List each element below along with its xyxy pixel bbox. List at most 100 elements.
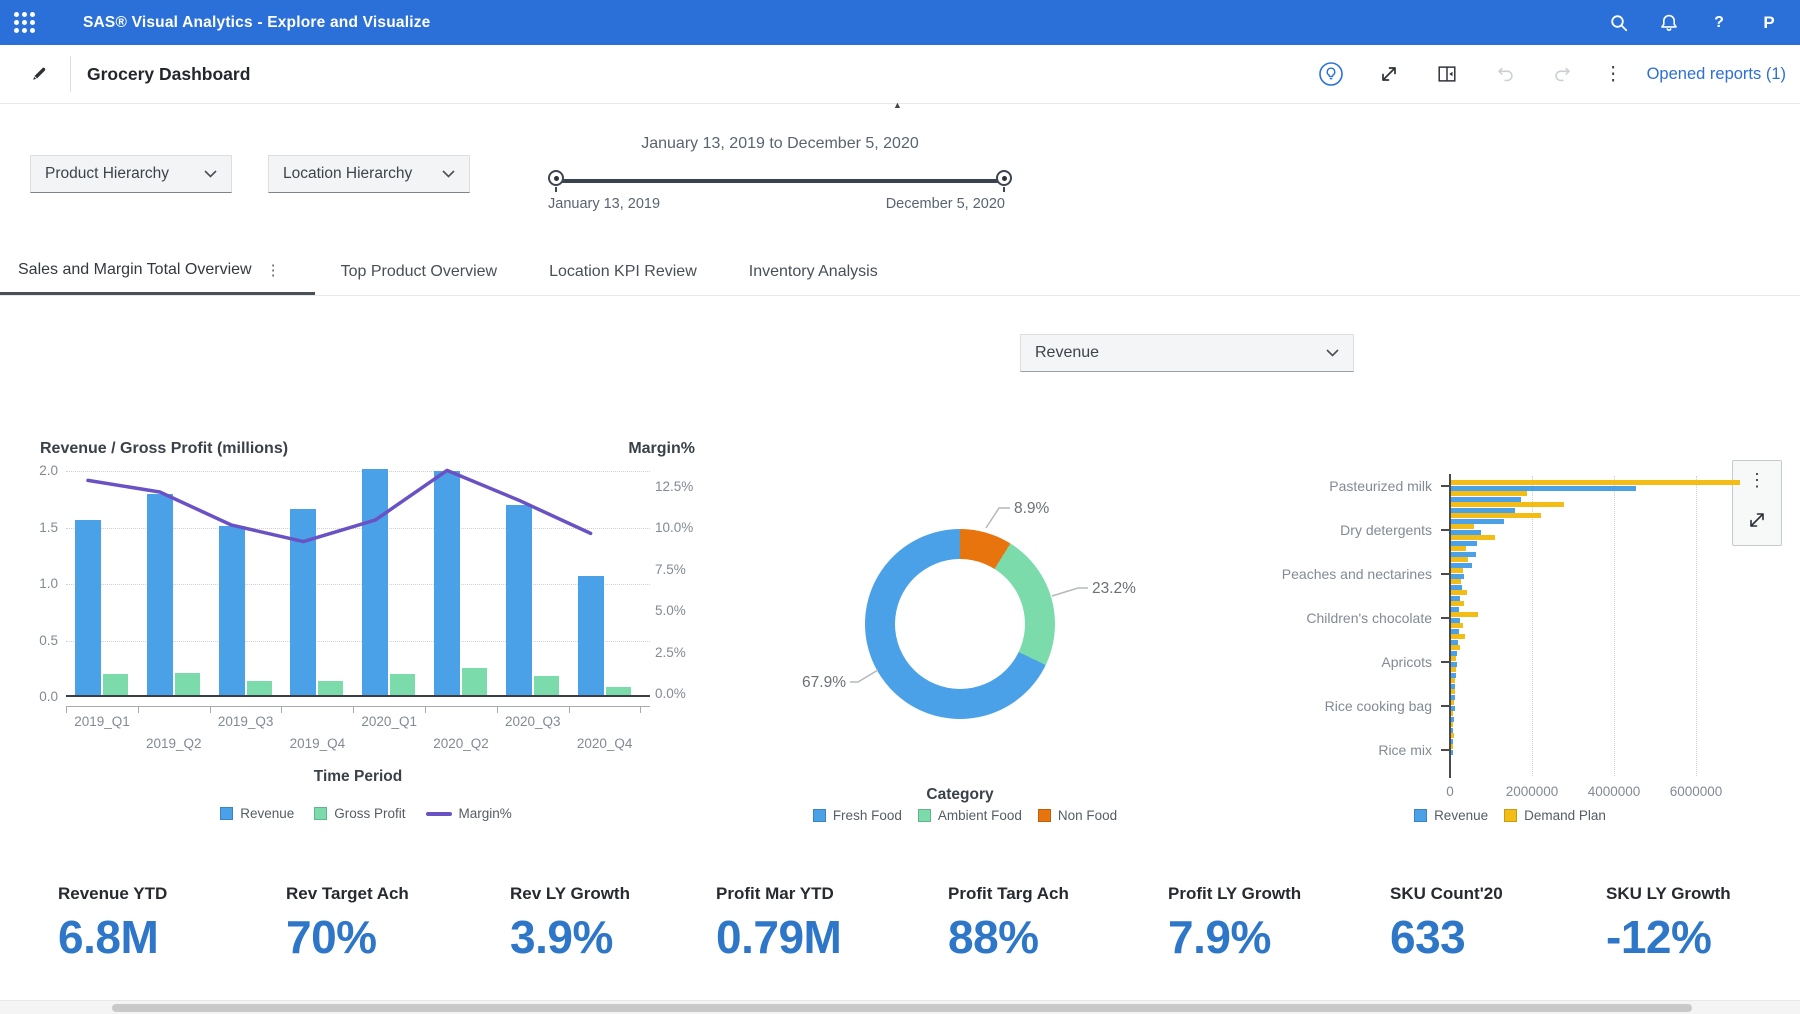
- combo-right-axis-label: 5.0%: [655, 603, 705, 618]
- revenue-bar[interactable]: [578, 576, 604, 697]
- collapse-caret-icon[interactable]: ▲: [893, 100, 902, 110]
- demand-plan-bar[interactable]: [1451, 689, 1455, 694]
- demand-plan-bar[interactable]: [1451, 645, 1460, 650]
- toolbar-menu-icon[interactable]: ⋮: [1604, 65, 1623, 84]
- legend-swatch: [813, 809, 826, 822]
- edit-report-button[interactable]: [22, 57, 56, 91]
- kpi-tile-sku-ly-growth[interactable]: SKU LY Growth-12%: [1606, 884, 1731, 964]
- donut-legend-title: Category: [860, 786, 1060, 804]
- combo-right-axis-label: 12.5%: [655, 479, 705, 494]
- suggestions-bulb-icon[interactable]: [1314, 57, 1348, 91]
- demand-plan-bar[interactable]: [1451, 557, 1468, 562]
- revenue-bar[interactable]: [506, 505, 532, 697]
- legend-item-ambient-food[interactable]: Ambient Food: [918, 808, 1022, 823]
- slider-handle-end[interactable]: [996, 170, 1012, 186]
- legend-item-margin-[interactable]: Margin%: [426, 806, 512, 821]
- revenue-bar[interactable]: [219, 526, 245, 697]
- legend-item-revenue[interactable]: Revenue: [1414, 808, 1488, 823]
- legend-item-demand-plan[interactable]: Demand Plan: [1504, 808, 1606, 823]
- gross-profit-bar[interactable]: [534, 676, 559, 698]
- combo-x-axis-label: 2019_Q3: [201, 714, 291, 729]
- demand-plan-bar[interactable]: [1451, 634, 1465, 639]
- kpi-tile-sku-count-20[interactable]: SKU Count'20633: [1390, 884, 1503, 964]
- gross-profit-bar[interactable]: [318, 681, 343, 697]
- category-donut[interactable]: [865, 529, 1055, 719]
- revenue-bar[interactable]: [290, 509, 316, 697]
- undo-icon[interactable]: [1488, 57, 1522, 91]
- search-icon[interactable]: [1608, 12, 1630, 34]
- help-icon[interactable]: ?: [1708, 12, 1730, 34]
- demand-plan-bar[interactable]: [1451, 667, 1456, 672]
- revenue-bar[interactable]: [362, 469, 388, 697]
- revenue-bar[interactable]: [75, 520, 101, 697]
- demand-plan-bar[interactable]: [1451, 612, 1478, 617]
- demand-plan-bar[interactable]: [1451, 535, 1495, 540]
- demand-plan-bar[interactable]: [1451, 546, 1466, 551]
- demand-plan-bar[interactable]: [1451, 568, 1463, 573]
- demand-plan-bar[interactable]: [1451, 678, 1455, 683]
- tab-inventory-analysis[interactable]: Inventory Analysis: [723, 248, 904, 295]
- legend-item-revenue[interactable]: Revenue: [220, 806, 294, 821]
- product-hierarchy-dropdown[interactable]: Product Hierarchy: [30, 155, 232, 193]
- demand-plan-bar[interactable]: [1451, 491, 1527, 496]
- tab-top-product-overview[interactable]: Top Product Overview: [315, 248, 524, 295]
- horizontal-scrollbar-thumb[interactable]: [112, 1004, 1692, 1012]
- kpi-tile-profit-mar-ytd[interactable]: Profit Mar YTD0.79M: [716, 884, 841, 964]
- slider-handle-start[interactable]: [548, 170, 564, 186]
- legend-swatch: [426, 812, 452, 816]
- fullscreen-icon[interactable]: [1372, 57, 1406, 91]
- demand-plan-bar[interactable]: [1451, 579, 1461, 584]
- demand-plan-bar[interactable]: [1451, 480, 1740, 485]
- legend-item-gross-profit[interactable]: Gross Profit: [314, 806, 405, 821]
- measure-dropdown[interactable]: Revenue: [1020, 334, 1354, 372]
- kpi-tile-profit-ly-growth[interactable]: Profit LY Growth7.9%: [1168, 884, 1301, 964]
- kpi-tile-revenue-ytd[interactable]: Revenue YTD6.8M: [58, 884, 167, 964]
- object-menu-icon[interactable]: ⋮: [1748, 471, 1766, 489]
- demand-plan-bar[interactable]: [1451, 623, 1463, 628]
- revenue-bar[interactable]: [1451, 750, 1453, 755]
- kpi-tile-profit-targ-ach[interactable]: Profit Targ Ach88%: [948, 884, 1069, 964]
- location-hierarchy-dropdown[interactable]: Location Hierarchy: [268, 155, 470, 193]
- demand-plan-bar[interactable]: [1451, 524, 1474, 529]
- gross-profit-bar[interactable]: [606, 687, 631, 697]
- redo-icon[interactable]: [1546, 57, 1580, 91]
- demand-plan-bar[interactable]: [1451, 513, 1541, 518]
- date-range-slider-track[interactable]: [556, 179, 1004, 183]
- revenue-bar[interactable]: [147, 494, 173, 697]
- tab-sales-and-margin-total-overview[interactable]: Sales and Margin Total Overview⋮: [0, 248, 315, 295]
- apps-grid-icon[interactable]: [14, 12, 35, 33]
- gross-profit-bar[interactable]: [247, 681, 272, 697]
- demand-plan-bar[interactable]: [1451, 711, 1453, 716]
- user-avatar[interactable]: P: [1758, 12, 1780, 34]
- object-maximize-icon[interactable]: [1747, 510, 1767, 535]
- hbar-category-label: Dry detergents: [1246, 521, 1432, 539]
- kpi-label: Profit Mar YTD: [716, 884, 841, 904]
- legend-item-non-food[interactable]: Non Food: [1038, 808, 1117, 823]
- demand-plan-bar[interactable]: [1451, 502, 1564, 507]
- tab-overflow-menu-icon[interactable]: ⋮: [266, 263, 281, 278]
- gross-profit-bar[interactable]: [462, 668, 487, 697]
- demand-plan-bar[interactable]: [1451, 722, 1453, 727]
- legend-item-fresh-food[interactable]: Fresh Food: [813, 808, 902, 823]
- demand-plan-bar[interactable]: [1451, 601, 1464, 606]
- demand-plan-bar[interactable]: [1451, 733, 1454, 738]
- demand-plan-bar[interactable]: [1451, 700, 1454, 705]
- revenue-bar[interactable]: [434, 471, 460, 697]
- kpi-tile-rev-ly-growth[interactable]: Rev LY Growth3.9%: [510, 884, 630, 964]
- legend-swatch: [220, 807, 233, 820]
- demand-plan-bar[interactable]: [1451, 744, 1453, 749]
- horizontal-scrollbar-track[interactable]: [0, 1000, 1800, 1014]
- gross-profit-bar[interactable]: [103, 674, 128, 697]
- panel-toggle-icon[interactable]: [1430, 57, 1464, 91]
- demand-plan-bar[interactable]: [1451, 656, 1456, 661]
- gross-profit-bar[interactable]: [390, 674, 415, 697]
- combo-right-axis-label: 7.5%: [655, 562, 705, 577]
- gross-profit-bar[interactable]: [175, 673, 200, 697]
- tab-location-kpi-review[interactable]: Location KPI Review: [523, 248, 723, 295]
- kpi-tile-rev-target-ach[interactable]: Rev Target Ach70%: [286, 884, 409, 964]
- gridline: [1614, 476, 1615, 776]
- opened-reports-link[interactable]: Opened reports (1): [1647, 65, 1786, 84]
- donut-data-label: 8.9%: [1014, 500, 1049, 518]
- demand-plan-bar[interactable]: [1451, 590, 1467, 595]
- notifications-icon[interactable]: [1658, 12, 1680, 34]
